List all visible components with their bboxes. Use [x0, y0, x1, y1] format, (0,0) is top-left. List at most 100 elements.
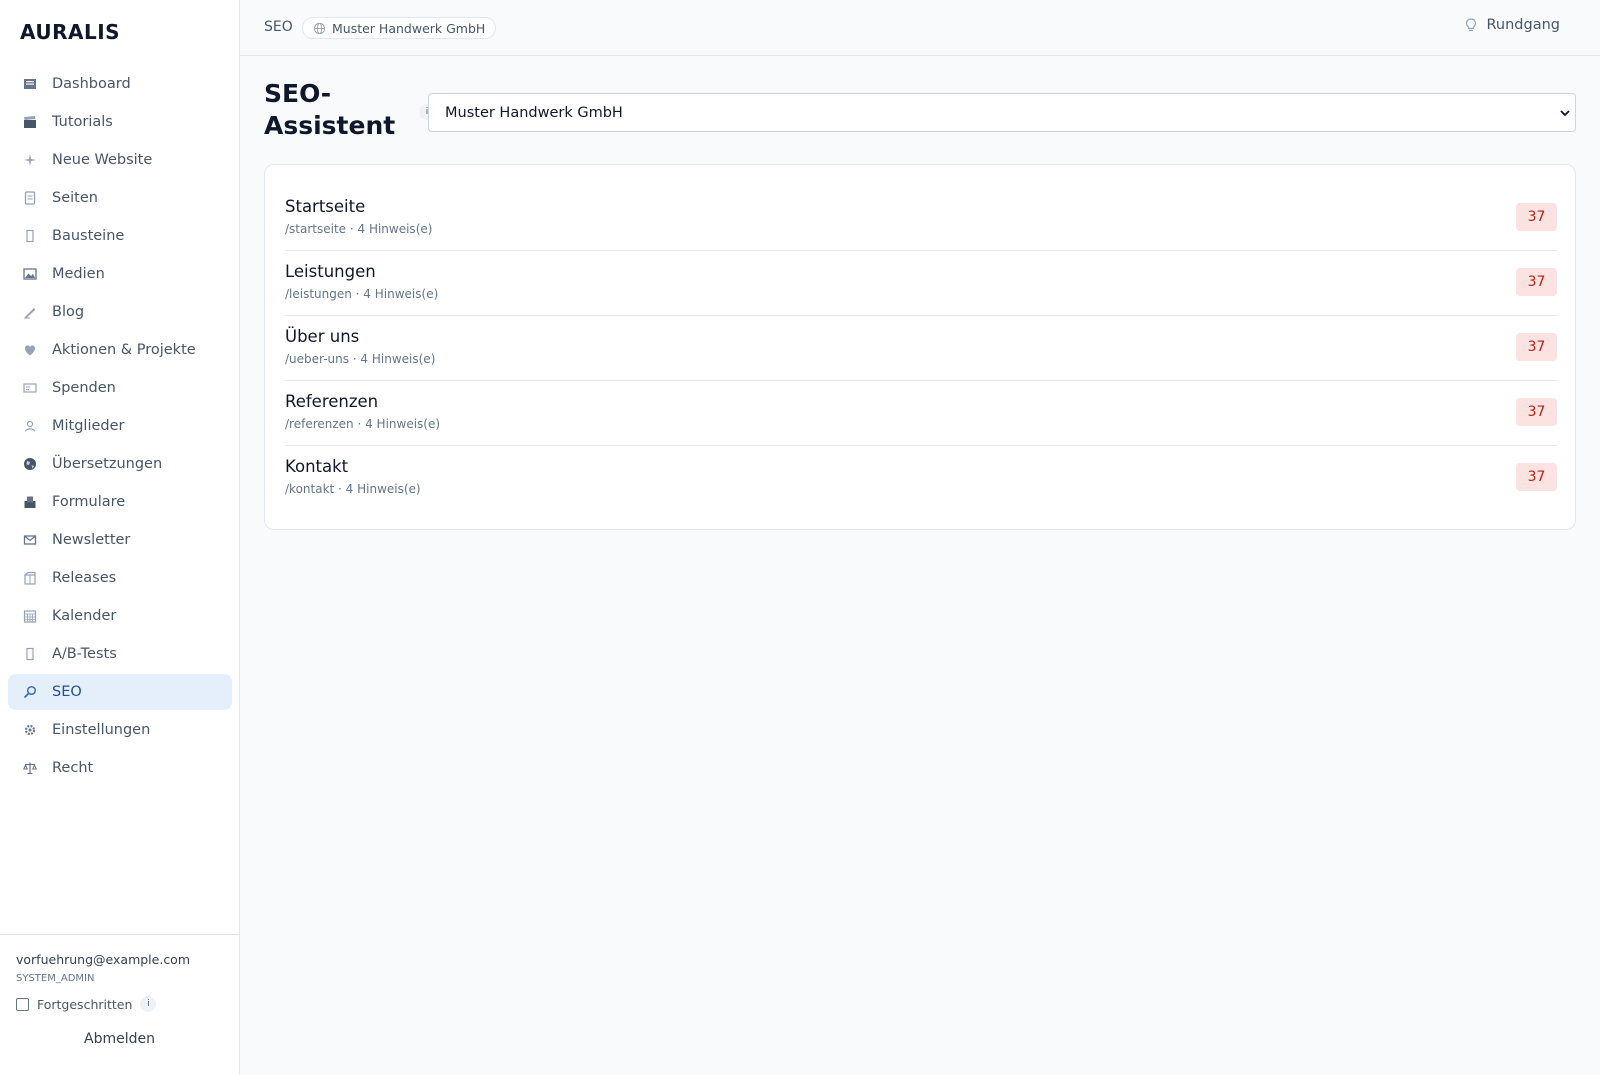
- search-icon: [22, 684, 38, 700]
- score-badge: 37: [1516, 333, 1557, 361]
- score-badge: 37: [1516, 268, 1557, 296]
- logout-button[interactable]: Abmelden: [0, 1031, 239, 1047]
- sidebar-item-formulare[interactable]: Formulare: [8, 484, 232, 520]
- sidebar-item-label: Übersetzungen: [52, 456, 163, 472]
- sidebar-item-label: Formulare: [52, 494, 126, 510]
- score-badge: 37: [1516, 463, 1557, 491]
- sidebar-item-spenden[interactable]: Spenden: [8, 370, 232, 406]
- sidebar-item-label: Kalender: [52, 608, 117, 624]
- list-item[interactable]: Referenzen /referenzen · 4 Hinweis(e) 37: [285, 381, 1557, 446]
- site-chip-label: Muster Handwerk GmbH: [332, 20, 486, 36]
- gear-icon: [22, 722, 38, 738]
- sidebar-item-blog[interactable]: Blog: [8, 294, 232, 330]
- user-email: vorfuehrung@example.com: [16, 952, 191, 967]
- sidebar-item-label: Releases: [52, 570, 117, 586]
- sidebar-item-label: Mitglieder: [52, 418, 125, 434]
- image-icon: [22, 266, 38, 282]
- sidebar: AURALIS Dashboard Tutorials Neue Website…: [0, 0, 240, 1075]
- sidebar-item-label: SEO: [52, 684, 82, 700]
- list-item[interactable]: Kontakt /kontakt · 4 Hinweis(e) 37: [285, 446, 1557, 511]
- sidebar-item-einstellungen[interactable]: Einstellungen: [8, 712, 232, 748]
- sidebar-item-label: Einstellungen: [52, 722, 151, 738]
- tour-label: Rundgang: [1486, 17, 1561, 33]
- sidebar-item-tutorials[interactable]: Tutorials: [8, 104, 232, 140]
- ballot-icon: [22, 494, 38, 510]
- sidebar-item-aktionen-projekte[interactable]: Aktionen & Projekte: [8, 332, 232, 368]
- brand-logo: AURALIS: [20, 20, 121, 44]
- info-icon[interactable]: i: [140, 996, 157, 1012]
- advanced-label: Fortgeschritten: [37, 996, 133, 1012]
- advanced-checkbox[interactable]: [16, 997, 29, 1011]
- list-item[interactable]: Leistungen /leistungen · 4 Hinweis(e) 37: [285, 251, 1557, 316]
- sidebar-item-label: Dashboard: [52, 76, 131, 92]
- dashboard-icon: [22, 76, 38, 92]
- sidebar-item-label: Tutorials: [52, 114, 113, 130]
- sidebar-item-label: A/B-Tests: [52, 646, 117, 662]
- sidebar-item-label: Bausteine: [52, 228, 125, 244]
- sidebar-item-label: Recht: [52, 760, 94, 776]
- sidebar-nav: Dashboard Tutorials Neue Website Seiten …: [8, 66, 232, 788]
- globe-icon: [22, 456, 38, 472]
- user-role: SYSTEM_ADMIN: [16, 973, 95, 984]
- topbar: SEO Muster Handwerk GmbH Rundgang: [240, 0, 1600, 56]
- sidebar-item-mitglieder[interactable]: Mitglieder: [8, 408, 232, 444]
- score-badge: 37: [1516, 398, 1557, 426]
- page-title-text: Referenzen: [285, 392, 379, 411]
- site-select-value: Muster Handwerk GmbH: [445, 104, 623, 121]
- sidebar-item-recht[interactable]: Recht: [8, 750, 232, 786]
- page-list: Startseite /startseite · 4 Hinweis(e) 37…: [285, 186, 1557, 511]
- sidebar-item-label: Spenden: [52, 380, 116, 396]
- clapperboard-icon: [22, 114, 38, 130]
- sidebar-item-dashboard[interactable]: Dashboard: [8, 66, 232, 102]
- sidebar-item-seo[interactable]: SEO: [8, 674, 232, 710]
- pen-icon: [22, 304, 38, 320]
- card-icon: [22, 380, 38, 396]
- sidebar-item-releases[interactable]: Releases: [8, 560, 232, 596]
- page-title-text: Leistungen: [285, 262, 376, 281]
- advanced-toggle: Fortgeschritten i: [16, 996, 157, 1012]
- page-meta: /referenzen · 4 Hinweis(e): [285, 417, 441, 431]
- page-title-text: Kontakt: [285, 457, 349, 476]
- sidebar-item-ab-tests[interactable]: A/B-Tests: [8, 636, 232, 672]
- page-meta: /kontakt · 4 Hinweis(e): [285, 482, 421, 496]
- sidebar-item-newsletter[interactable]: Newsletter: [8, 522, 232, 558]
- page-meta: /startseite · 4 Hinweis(e): [285, 222, 433, 236]
- page-title: SEO-Assistent: [264, 79, 396, 140]
- score-badge: 37: [1516, 203, 1557, 231]
- page-meta: /leistungen · 4 Hinweis(e): [285, 287, 439, 301]
- list-item[interactable]: Startseite /startseite · 4 Hinweis(e) 37: [285, 186, 1557, 251]
- sidebar-item-label: Seiten: [52, 190, 98, 206]
- document-icon: [22, 190, 38, 206]
- split-icon: [22, 646, 38, 662]
- sidebar-item-uebersetzungen[interactable]: Übersetzungen: [8, 446, 232, 482]
- sidebar-item-label: Neue Website: [52, 152, 153, 168]
- page-title-text: Über uns: [285, 327, 360, 346]
- site-select[interactable]: Muster Handwerk GmbH: [428, 93, 1576, 132]
- sidebar-item-medien[interactable]: Medien: [8, 256, 232, 292]
- tour-button[interactable]: Rundgang: [1463, 17, 1561, 33]
- page-title-text: Startseite: [285, 197, 366, 216]
- breadcrumb: SEO: [264, 19, 293, 35]
- mail-icon: [22, 532, 38, 548]
- sidebar-item-label: Blog: [52, 304, 85, 320]
- list-item[interactable]: Über uns /ueber-uns · 4 Hinweis(e) 37: [285, 316, 1557, 381]
- sidebar-item-seiten[interactable]: Seiten: [8, 180, 232, 216]
- scales-icon: [22, 760, 38, 776]
- people-icon: [22, 418, 38, 434]
- sidebar-item-kalender[interactable]: Kalender: [8, 598, 232, 634]
- sidebar-item-neue-website[interactable]: Neue Website: [8, 142, 232, 178]
- sidebar-item-label: Medien: [52, 266, 105, 282]
- sidebar-item-label: Newsletter: [52, 532, 131, 548]
- calendar-icon: [22, 608, 38, 624]
- lightbulb-icon: [1465, 18, 1476, 32]
- heart-icon: [22, 342, 38, 358]
- sidebar-footer: vorfuehrung@example.com SYSTEM_ADMIN For…: [0, 934, 239, 1075]
- package-icon: [22, 570, 38, 586]
- sidebar-item-bausteine[interactable]: Bausteine: [8, 218, 232, 254]
- block-icon: [22, 228, 38, 244]
- sidebar-item-label: Aktionen & Projekte: [52, 342, 196, 358]
- chevron-down-icon: [1560, 110, 1570, 117]
- globe-icon: [313, 22, 326, 34]
- page-meta: /ueber-uns · 4 Hinweis(e): [285, 352, 436, 366]
- sparkle-icon: [22, 152, 38, 168]
